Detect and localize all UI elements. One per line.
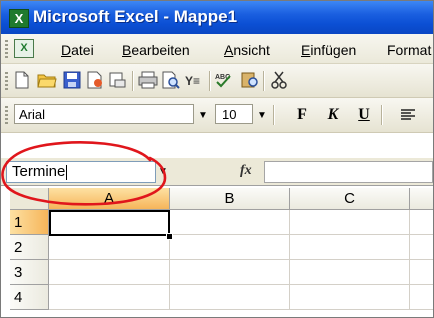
fill-handle[interactable] xyxy=(166,233,173,240)
open-folder-icon[interactable] xyxy=(36,69,58,91)
column-header-next[interactable] xyxy=(410,188,433,210)
menu-format[interactable]: Format xyxy=(387,42,431,58)
cell-c2[interactable] xyxy=(290,235,410,260)
toolbar-grip[interactable] xyxy=(5,106,8,124)
insert-function-icon[interactable]: fx xyxy=(240,163,252,179)
italic-button[interactable]: K xyxy=(322,104,344,126)
bold-button[interactable]: F xyxy=(291,104,313,126)
cell-b1[interactable] xyxy=(170,210,290,235)
title-bar: X Microsoft Excel - Mappe1 xyxy=(1,1,433,34)
font-name-combobox[interactable]: Arial xyxy=(14,104,194,124)
cell-c4[interactable] xyxy=(290,285,410,310)
menu-bar: X Datei Bearbeiten Ansicht Einfügen Form… xyxy=(1,34,433,64)
select-all-corner[interactable] xyxy=(10,188,49,210)
row-header-1[interactable]: 1 xyxy=(10,210,49,235)
toolbar-separator xyxy=(263,71,264,91)
excel-app-icon: X xyxy=(9,9,29,28)
permission-icon[interactable] xyxy=(84,69,106,91)
menu-label: Format xyxy=(387,42,432,58)
cell-b4[interactable] xyxy=(170,285,290,310)
email-icon[interactable] xyxy=(106,69,128,91)
name-box-value: Termine xyxy=(12,163,66,180)
row-header-2[interactable]: 2 xyxy=(10,235,49,260)
toolbar-separator xyxy=(381,105,382,125)
toolbar-grip[interactable] xyxy=(5,72,8,90)
row-header-4[interactable]: 4 xyxy=(10,285,49,310)
cell-c1[interactable] xyxy=(290,210,410,235)
formula-bar: Termine ▼ fx xyxy=(1,158,433,186)
menu-label: infügen xyxy=(310,42,357,58)
menu-label: earbeiten xyxy=(131,42,190,58)
formula-input[interactable] xyxy=(264,161,433,183)
toolbar-separator xyxy=(209,71,210,91)
window-title: Microsoft Excel - Mappe1 xyxy=(33,7,238,26)
new-document-icon[interactable] xyxy=(11,69,33,91)
underline-button[interactable]: U xyxy=(353,104,375,126)
toolbar-separator xyxy=(273,105,274,125)
cell-d4[interactable] xyxy=(410,285,433,310)
column-header-a[interactable]: A xyxy=(49,188,170,210)
spelling-icon[interactable]: ABC xyxy=(214,69,236,91)
size-dropdown-arrow[interactable]: ▼ xyxy=(256,105,268,125)
menu-einfuegen[interactable]: Einfügen xyxy=(301,42,356,58)
menu-datei[interactable]: Datei xyxy=(61,42,94,58)
cell-a3[interactable] xyxy=(49,260,170,285)
text-caret xyxy=(66,164,68,180)
cell-d1[interactable] xyxy=(410,210,433,235)
research-icon[interactable]: Y≡ xyxy=(184,69,206,91)
cell-a4[interactable] xyxy=(49,285,170,310)
toolbar-separator xyxy=(132,71,133,91)
cell-a2[interactable] xyxy=(49,235,170,260)
name-box[interactable]: Termine xyxy=(6,161,156,183)
svg-text:Y≡: Y≡ xyxy=(185,74,200,88)
font-dropdown-arrow[interactable]: ▼ xyxy=(197,105,209,125)
column-header-c[interactable]: C xyxy=(290,188,410,210)
menu-label: nsicht xyxy=(233,42,270,58)
cell-b3[interactable] xyxy=(170,260,290,285)
print-icon[interactable] xyxy=(137,69,159,91)
menu-mnemonic: E xyxy=(301,42,311,58)
cell-b2[interactable] xyxy=(170,235,290,260)
cut-icon[interactable] xyxy=(268,69,290,91)
menu-bearbeiten[interactable]: Bearbeiten xyxy=(122,42,190,58)
menu-mnemonic: B xyxy=(122,42,132,58)
menu-ansicht[interactable]: Ansicht xyxy=(224,42,270,58)
menu-label: atei xyxy=(71,42,94,58)
cell-d2[interactable] xyxy=(410,235,433,260)
workbook-icon[interactable]: X xyxy=(14,39,34,58)
font-size-combobox[interactable]: 10 xyxy=(215,104,253,124)
research-book-icon[interactable] xyxy=(239,69,261,91)
row-header-3[interactable]: 3 xyxy=(10,260,49,285)
active-cell-border xyxy=(49,210,170,236)
standard-toolbar: Y≡ ABC xyxy=(1,64,433,98)
print-preview-icon[interactable] xyxy=(160,69,182,91)
column-header-b[interactable]: B xyxy=(170,188,290,210)
cell-c3[interactable] xyxy=(290,260,410,285)
menu-mnemonic: D xyxy=(61,42,72,58)
worksheet-grid: A B C 1 2 3 4 xyxy=(1,188,433,317)
menu-mnemonic: A xyxy=(224,42,234,58)
menu-grip[interactable] xyxy=(5,40,8,58)
cell-d3[interactable] xyxy=(410,260,433,285)
excel-window: X Microsoft Excel - Mappe1 X Datei Bearb… xyxy=(0,0,434,318)
align-left-icon[interactable] xyxy=(397,104,419,126)
save-icon[interactable] xyxy=(61,69,83,91)
formatting-toolbar: Arial ▼ 10 ▼ F K U xyxy=(1,98,433,133)
name-box-dropdown-arrow[interactable]: ▼ xyxy=(158,166,168,177)
